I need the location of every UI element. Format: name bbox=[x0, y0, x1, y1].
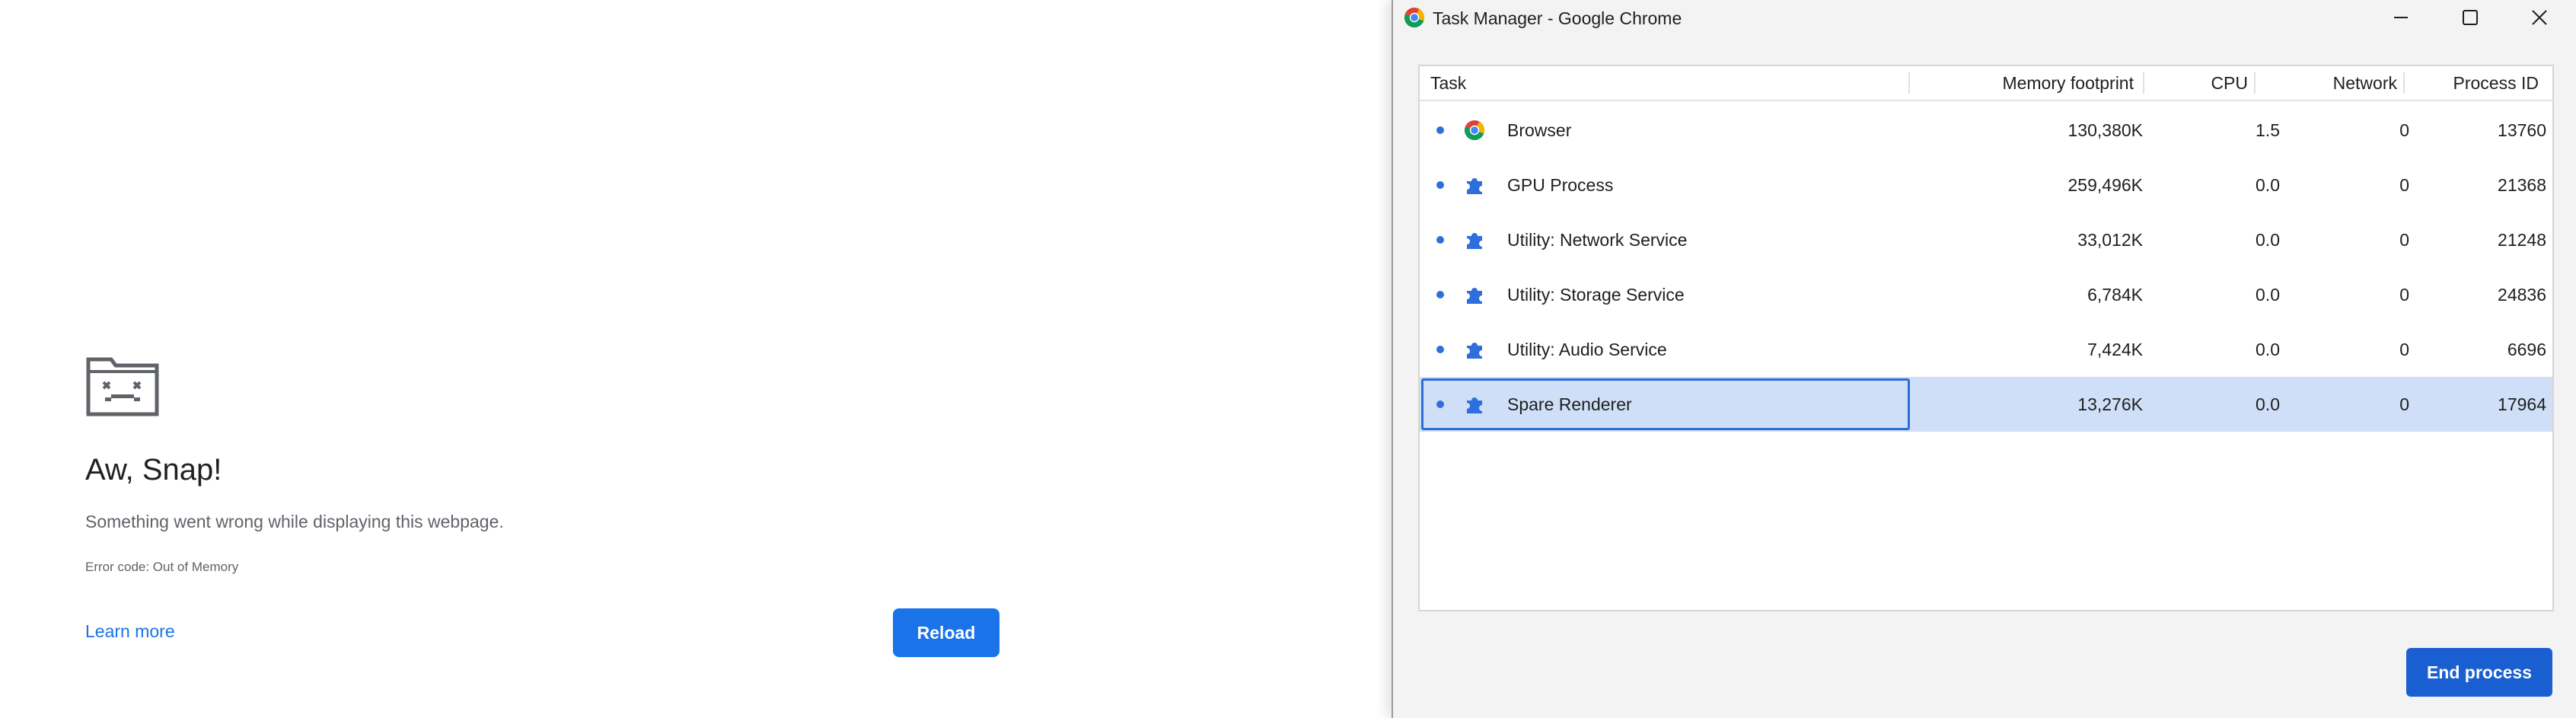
table-row[interactable]: Utility: Storage Service 6,784K 0.0 0 24836 bbox=[1420, 267, 2552, 322]
cell-process-id: 13760 bbox=[2498, 120, 2546, 140]
cell-process-id: 21248 bbox=[2498, 230, 2546, 250]
crash-page: Aw, Snap! Something went wrong while dis… bbox=[0, 0, 1392, 718]
table-row[interactable]: Utility: Audio Service 7,424K 0.0 0 6696 bbox=[1420, 322, 2552, 377]
cell-network: 0 bbox=[2399, 120, 2409, 140]
cell-memory: 130,380K bbox=[2067, 120, 2143, 140]
cell-process-id: 21368 bbox=[2498, 175, 2546, 195]
puzzle-piece-icon bbox=[1467, 233, 1482, 249]
selection-focus-ring bbox=[1421, 378, 1910, 430]
bullet-dot bbox=[1436, 236, 1444, 244]
process-table: Task Memory footprint CPU Network Proces… bbox=[1418, 65, 2554, 611]
error-code: Error code: Out of Memory bbox=[85, 560, 239, 574]
cell-network: 0 bbox=[2399, 285, 2409, 305]
cell-task: Browser bbox=[1507, 120, 1572, 140]
cell-cpu: 0.0 bbox=[2256, 175, 2280, 195]
crash-title: Aw, Snap! bbox=[85, 453, 222, 487]
title-bar[interactable]: Task Manager - Google Chrome bbox=[1393, 0, 2576, 38]
column-header-cpu[interactable]: CPU bbox=[2150, 66, 2248, 100]
cell-task: GPU Process bbox=[1507, 175, 1614, 195]
close-icon bbox=[2532, 10, 2547, 25]
table-row[interactable]: Spare Renderer 13,276K 0.0 0 17964 bbox=[1420, 377, 2552, 432]
table-header: Task Memory footprint CPU Network Proces… bbox=[1420, 66, 2552, 101]
column-divider[interactable] bbox=[2403, 72, 2405, 94]
reload-button[interactable]: Reload bbox=[893, 608, 999, 657]
task-manager-window: Task Manager - Google Chrome Task Memory… bbox=[1392, 0, 2576, 718]
bullet-dot bbox=[1436, 346, 1444, 353]
sad-tab-icon bbox=[86, 357, 159, 416]
cell-cpu: 1.5 bbox=[2256, 120, 2280, 140]
minimize-icon bbox=[2394, 17, 2408, 18]
bullet-dot bbox=[1436, 181, 1444, 189]
cell-process-id: 17964 bbox=[2498, 394, 2546, 414]
cell-process-id: 24836 bbox=[2498, 285, 2546, 305]
cell-network: 0 bbox=[2399, 340, 2409, 359]
close-button[interactable] bbox=[2506, 0, 2573, 35]
puzzle-piece-icon bbox=[1467, 178, 1482, 194]
puzzle-piece-icon bbox=[1467, 288, 1482, 304]
bullet-dot bbox=[1436, 291, 1444, 298]
column-header-pid[interactable]: Process ID bbox=[2409, 66, 2539, 100]
window-title: Task Manager - Google Chrome bbox=[1433, 8, 1682, 28]
cell-task: Utility: Storage Service bbox=[1507, 285, 1685, 305]
cell-network: 0 bbox=[2399, 394, 2409, 414]
maximize-icon bbox=[2463, 10, 2478, 25]
cell-cpu: 0.0 bbox=[2256, 394, 2280, 414]
chrome-logo-icon bbox=[1464, 120, 1485, 141]
cell-task: Utility: Network Service bbox=[1507, 230, 1688, 250]
column-header-network[interactable]: Network bbox=[2265, 66, 2397, 100]
table-row[interactable]: GPU Process 259,496K 0.0 0 21368 bbox=[1420, 158, 2552, 212]
column-divider[interactable] bbox=[1908, 72, 1910, 94]
cell-memory: 13,276K bbox=[2077, 394, 2143, 414]
chrome-logo-icon bbox=[1404, 7, 1425, 28]
column-divider[interactable] bbox=[2254, 72, 2256, 94]
column-header-task[interactable]: Task bbox=[1430, 66, 1466, 100]
table-row[interactable]: Utility: Network Service 33,012K 0.0 0 21248 bbox=[1420, 212, 2552, 267]
cell-memory: 33,012K bbox=[2077, 230, 2143, 250]
table-row[interactable]: Browser 130,380K 1.5 0 13760 bbox=[1420, 103, 2552, 158]
cell-memory: 259,496K bbox=[2067, 175, 2143, 195]
cell-task: Spare Renderer bbox=[1507, 394, 1632, 414]
cell-cpu: 0.0 bbox=[2256, 340, 2280, 359]
cell-task: Utility: Audio Service bbox=[1507, 340, 1667, 359]
column-divider[interactable] bbox=[2143, 72, 2144, 94]
cell-network: 0 bbox=[2399, 230, 2409, 250]
cell-network: 0 bbox=[2399, 175, 2409, 195]
column-header-memory[interactable]: Memory footprint bbox=[1922, 66, 2134, 100]
end-process-button[interactable]: End process bbox=[2406, 648, 2552, 697]
learn-more-link[interactable]: Learn more bbox=[85, 618, 175, 644]
screen: Aw, Snap! Something went wrong while dis… bbox=[0, 0, 2576, 718]
bullet-dot bbox=[1436, 126, 1444, 134]
bullet-dot bbox=[1436, 400, 1444, 408]
puzzle-piece-icon bbox=[1467, 397, 1482, 413]
cell-process-id: 6696 bbox=[2507, 340, 2546, 359]
puzzle-piece-icon bbox=[1467, 343, 1482, 359]
maximize-button[interactable] bbox=[2437, 0, 2504, 35]
cell-memory: 6,784K bbox=[2087, 285, 2143, 305]
cell-cpu: 0.0 bbox=[2256, 230, 2280, 250]
cell-cpu: 0.0 bbox=[2256, 285, 2280, 305]
minimize-button[interactable] bbox=[2367, 0, 2434, 35]
crash-message: Something went wrong while displaying th… bbox=[85, 512, 504, 531]
cell-memory: 7,424K bbox=[2087, 340, 2143, 359]
